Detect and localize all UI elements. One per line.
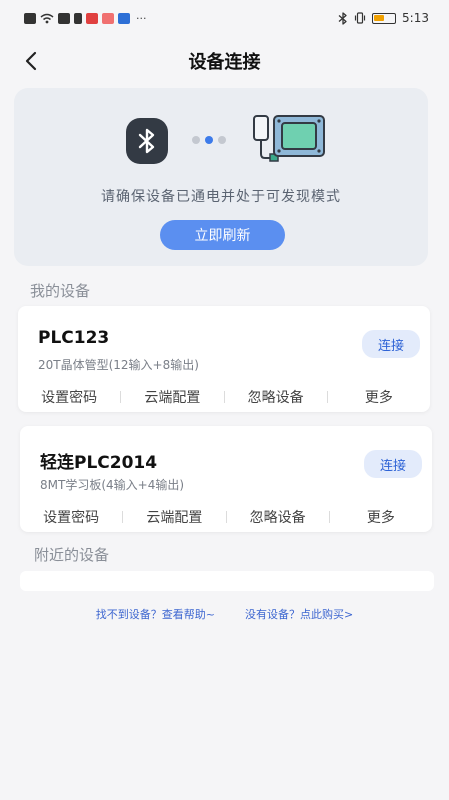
set-password-button[interactable]: 设置密码: [20, 507, 122, 527]
connect-button[interactable]: 连接: [362, 330, 420, 358]
system-indicators: 5:13: [338, 11, 429, 25]
footer-links: 找不到设备？查看帮助~ 没有设备？点此购买>: [0, 606, 449, 622]
more-button[interactable]: 更多: [328, 387, 430, 407]
progress-dot: [218, 136, 226, 144]
device-actions: 设置密码 云端配置 忽略设备 更多: [20, 506, 432, 528]
ignore-device-button[interactable]: 忽略设备: [225, 387, 327, 407]
device-card: 轻连PLC2014 8MT学习板(4输入+4输出) 连接 设置密码 云端配置 忽…: [20, 426, 432, 532]
set-password-button[interactable]: 设置密码: [18, 387, 120, 407]
status-bar: ··· 5:13: [0, 0, 449, 36]
message-icon: [102, 12, 114, 24]
navigation-bar: 设备连接: [0, 40, 449, 82]
scan-panel: 请确保设备已通电并处于可发现模式 立即刷新: [14, 88, 428, 266]
more-button[interactable]: 更多: [330, 507, 432, 527]
alert-icon: [24, 12, 36, 24]
battery-icon: [372, 12, 397, 24]
page-title: 设备连接: [188, 52, 261, 73]
progress-dot-active: [205, 136, 213, 144]
device-actions: 设置密码 云端配置 忽略设备 更多: [18, 386, 430, 408]
ignore-device-button[interactable]: 忽略设备: [227, 507, 329, 527]
notification-icons: ···: [24, 12, 147, 25]
status-time: 5:13: [402, 11, 429, 25]
device-name: PLC123: [38, 328, 110, 348]
app-notification-icon: [86, 12, 98, 24]
cloud-config-button[interactable]: 云端配置: [121, 387, 223, 407]
device-card: PLC123 20T晶体管型(12输入+8输出) 连接 设置密码 云端配置 忽略…: [18, 306, 430, 412]
connect-button[interactable]: 连接: [364, 450, 422, 478]
my-devices-title: 我的设备: [30, 282, 91, 300]
buy-device-link[interactable]: 没有设备？点此购买>: [245, 606, 353, 622]
device-name: 轻连PLC2014: [40, 453, 158, 473]
bluetooth-icon: [126, 118, 168, 164]
back-button[interactable]: [16, 46, 46, 76]
help-link[interactable]: 找不到设备？查看帮助~: [96, 606, 215, 622]
plc-device-icon: [253, 115, 325, 162]
chevron-left-icon: [25, 51, 37, 71]
refresh-button[interactable]: 立即刷新: [160, 220, 285, 250]
device-description: 8MT学习板(4输入+4输出): [40, 478, 185, 492]
mail-icon: [58, 12, 70, 24]
device-description: 20T晶体管型(12输入+8输出): [38, 358, 199, 372]
shield-icon: [118, 12, 130, 24]
phone-alert-icon: [74, 12, 82, 24]
vibrate-icon: [354, 12, 366, 24]
more-notifications-icon: ···: [136, 11, 147, 25]
discoverable-hint: 请确保设备已通电并处于可发现模式: [101, 189, 341, 205]
nearby-devices-list: [20, 571, 434, 591]
cloud-config-button[interactable]: 云端配置: [123, 507, 225, 527]
progress-dot: [192, 136, 200, 144]
connection-progress-dots: [192, 136, 226, 144]
nearby-devices-title: 附近的设备: [34, 546, 110, 564]
wifi-icon: [40, 13, 54, 23]
bluetooth-status-icon: [338, 11, 347, 25]
